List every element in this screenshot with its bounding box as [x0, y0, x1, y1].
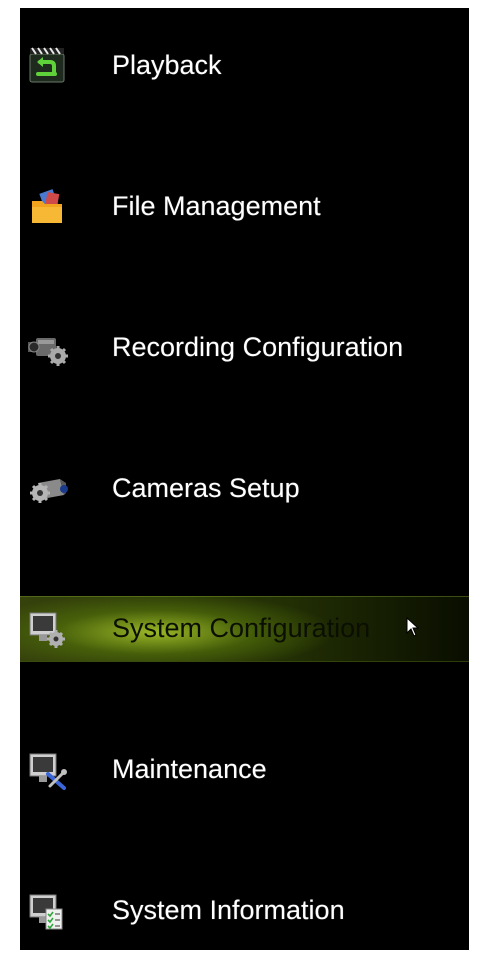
menu-item-label: Cameras Setup [112, 473, 300, 503]
monitor-wrench-icon [29, 753, 67, 790]
mouse-pointer-icon [406, 617, 420, 637]
menu-item-label: System Configuration [112, 613, 371, 643]
menu-item-playback[interactable]: Playback [20, 34, 469, 98]
menu-item-system-configuration[interactable]: System Configuration [20, 596, 469, 662]
menu-item-label: File Management [112, 191, 321, 221]
menu-item-label: Playback [112, 50, 222, 80]
menu-item-label: Maintenance [112, 754, 267, 784]
menu-item-maintenance[interactable]: Maintenance [20, 738, 469, 802]
menu-item-system-information[interactable]: System Information [20, 879, 469, 943]
main-menu: Playback File Management Recording Confi… [20, 8, 469, 950]
playback-clapper-icon [29, 47, 65, 83]
dvr-menu-panel: Playback File Management Recording Confi… [20, 8, 469, 950]
monitor-checklist-icon [29, 894, 63, 930]
menu-item-recording-configuration[interactable]: Recording Configuration [20, 316, 469, 380]
folder-icon [32, 189, 62, 223]
camera-gear-icon [30, 479, 68, 503]
menu-item-file-management[interactable]: File Management [20, 175, 469, 239]
menu-item-cameras-setup[interactable]: Cameras Setup [20, 457, 469, 521]
camcorder-gear-icon [28, 338, 68, 366]
menu-item-label: Recording Configuration [112, 332, 404, 362]
menu-item-label: System Information [112, 895, 345, 925]
monitor-gear-icon [29, 612, 65, 648]
